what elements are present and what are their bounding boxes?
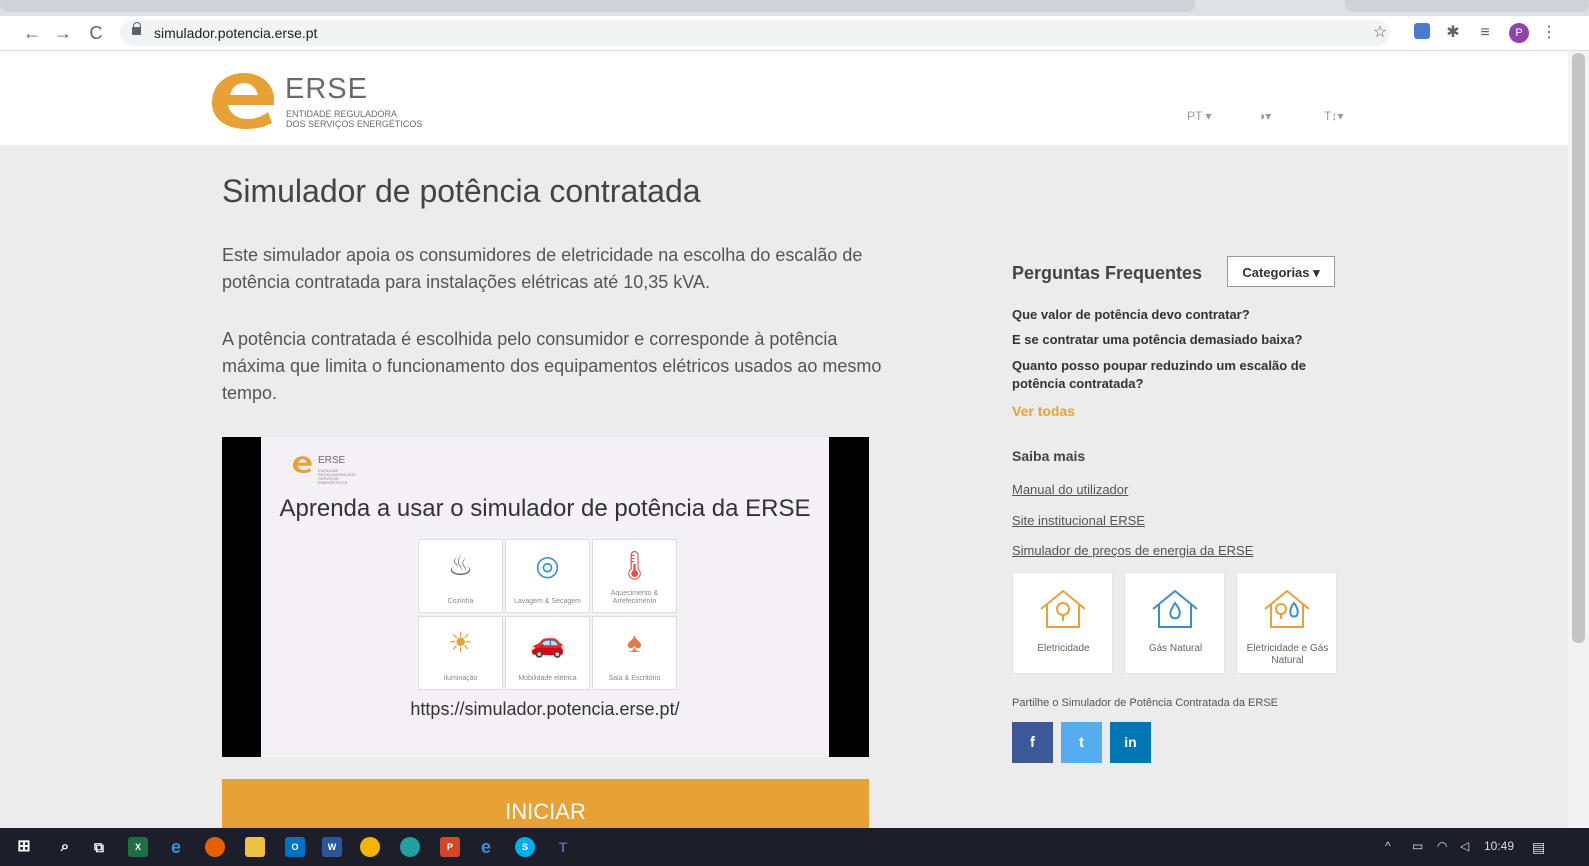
word-icon[interactable]: W: [322, 837, 342, 857]
twitter-share-button[interactable]: t: [1061, 722, 1102, 763]
house-bulb-icon: [1040, 589, 1086, 628]
excel-icon[interactable]: X: [128, 837, 148, 857]
back-arrow-icon[interactable]: ←: [21, 22, 43, 44]
lock-icon: [132, 22, 141, 35]
page-scrollbar[interactable]: [1568, 51, 1589, 828]
powerpoint-icon[interactable]: P: [440, 837, 460, 857]
url-text[interactable]: simulador.potencia.erse.pt: [154, 25, 317, 41]
tutorial-video[interactable]: ERSE ENTIDADE REGULADORA DOS SERVIÇOS EN…: [222, 437, 869, 757]
tile-mobilidade: 🚗 Mobilidade elétrica: [505, 616, 590, 690]
chef-hat-icon: ♨: [447, 550, 474, 581]
language-selector[interactable]: PT ▾: [1187, 109, 1211, 123]
see-all-link[interactable]: Ver todas: [1012, 403, 1075, 419]
task-view-icon[interactable]: ⧉: [89, 837, 109, 857]
linkedin-share-button[interactable]: in: [1110, 722, 1151, 763]
site-header: ERSE ENTIDADE REGULADORA DOS SERVIÇOS EN…: [0, 51, 1568, 145]
faq-question-link[interactable]: Que valor de potência devo contratar?: [1012, 306, 1332, 324]
wifi-icon[interactable]: ◠: [1437, 839, 1447, 853]
lamp-icon: ☀: [447, 627, 474, 658]
faq-question-link[interactable]: Quanto posso poupar reduzindo um escalão…: [1012, 357, 1332, 393]
skype-icon[interactable]: S: [515, 837, 535, 857]
browser-tab[interactable]: [0, 0, 1195, 12]
share-text: Partilhe o Simulador de Potência Contrat…: [1012, 697, 1278, 709]
battery-icon[interactable]: ▭: [1412, 839, 1423, 853]
browser-tab[interactable]: [1345, 0, 1589, 12]
browser-tab-strip: [0, 0, 1589, 16]
video-logo-text: ERSE: [318, 455, 346, 466]
electric-car-icon: 🚗: [530, 627, 565, 658]
puzzle-extensions-icon[interactable]: ✱: [1443, 23, 1463, 43]
reload-icon[interactable]: C: [85, 22, 107, 44]
clock[interactable]: 10:49: [1484, 839, 1514, 853]
notification-icon[interactable]: ▤: [1532, 839, 1545, 856]
intro-paragraph-2: A potência contratada é escolhida pelo c…: [222, 329, 882, 403]
file-explorer-icon[interactable]: [245, 837, 265, 857]
energy-card-dual[interactable]: Eletricidade e Gás Natural: [1236, 572, 1337, 674]
tile-lavagem: ◎ Lavagem & Secagem: [505, 539, 590, 613]
internet-explorer-icon[interactable]: e: [476, 837, 496, 857]
categories-dropdown[interactable]: Categorias ▾: [1227, 256, 1335, 287]
page-title: Simulador de potência contratada: [222, 173, 701, 209]
learn-more-title: Saiba mais: [1012, 448, 1086, 464]
tray-chevron-icon[interactable]: ^: [1385, 839, 1391, 853]
search-icon[interactable]: ⌕: [55, 837, 75, 857]
browser-toolbar: ← → C simulador.potencia.erse.pt ☆ ✱ ≡ P…: [0, 16, 1589, 51]
institutional-site-link[interactable]: Site institucional ERSE: [1012, 513, 1145, 528]
erse-logo-icon[interactable]: [206, 69, 278, 129]
scrollbar-thumb[interactable]: [1572, 53, 1585, 643]
profile-avatar[interactable]: P: [1509, 23, 1529, 43]
windows-start-icon[interactable]: ⊞: [14, 837, 34, 857]
reading-list-icon[interactable]: ≡: [1475, 23, 1495, 43]
washing-machine-icon: ◎: [535, 550, 560, 581]
faq-question-link[interactable]: E se contratar uma potência demasiado ba…: [1012, 331, 1332, 349]
teams-icon[interactable]: T: [553, 837, 573, 857]
volume-icon[interactable]: ◁: [1460, 839, 1469, 853]
house-bulb-flame-icon: [1264, 589, 1310, 628]
energy-card-gas[interactable]: Gás Natural: [1124, 572, 1225, 674]
armchair-icon: ♠: [627, 627, 642, 658]
address-bar[interactable]: simulador.potencia.erse.pt: [120, 20, 1390, 46]
intro-paragraph: Este simulador apoia os consumidores de …: [222, 245, 863, 292]
forward-arrow-icon[interactable]: →: [52, 22, 74, 44]
tile-aquecimento: 🌡 Aquecimento & Arrefecimento: [592, 539, 677, 613]
windows-taskbar: ⊞ ⌕ ⧉ X e O W P e S T ^ ▭ ◠ ◁ 10:49 ▤: [0, 828, 1589, 866]
menu-kebab-icon[interactable]: ⋮: [1539, 23, 1559, 43]
extension-icon[interactable]: [1412, 23, 1432, 43]
tile-iluminacao: ☀ Iluminação: [418, 616, 503, 690]
price-simulator-link[interactable]: Simulador de preços de energia da ERSE: [1012, 543, 1253, 558]
contrast-selector[interactable]: ◑▾: [1258, 109, 1271, 123]
faq-title: Perguntas Frequentes: [1012, 263, 1203, 283]
facebook-share-button[interactable]: f: [1012, 722, 1053, 763]
app-icon[interactable]: [400, 837, 420, 857]
edge-icon[interactable]: e: [166, 837, 186, 857]
logo-title: ERSE: [285, 73, 368, 105]
manual-link[interactable]: Manual do utilizador: [1012, 482, 1128, 497]
firefox-icon[interactable]: [205, 837, 225, 857]
erse-logo-small-icon: [293, 456, 312, 473]
text-size-selector[interactable]: T↕▾: [1324, 109, 1343, 123]
video-logo-subtitle: ENTIDADE REGULADORA DOS SERVIÇOS ENERGÉT…: [318, 468, 356, 485]
video-url: https://simulador.potencia.erse.pt/: [410, 699, 680, 719]
video-slide: ERSE ENTIDADE REGULADORA DOS SERVIÇOS EN…: [261, 437, 829, 757]
energy-card-electricity[interactable]: Eletricidade: [1012, 572, 1113, 674]
outlook-icon[interactable]: O: [285, 837, 305, 857]
video-title: Aprenda a usar o simulador de potência d…: [279, 495, 811, 522]
logo-subtitle: ENTIDADE REGULADORA DOS SERVIÇOS ENERGÉT…: [286, 109, 423, 129]
thermometer-icon: 🌡: [616, 550, 653, 581]
chrome-icon[interactable]: [360, 837, 380, 857]
tile-cozinha: ♨ Cozinha: [418, 539, 503, 613]
house-flame-icon: [1152, 589, 1198, 628]
start-button[interactable]: INICIAR: [222, 779, 869, 828]
tile-sala: ♠ Sala & Escritório: [592, 616, 677, 690]
bookmark-star-icon[interactable]: ☆: [1370, 23, 1390, 43]
